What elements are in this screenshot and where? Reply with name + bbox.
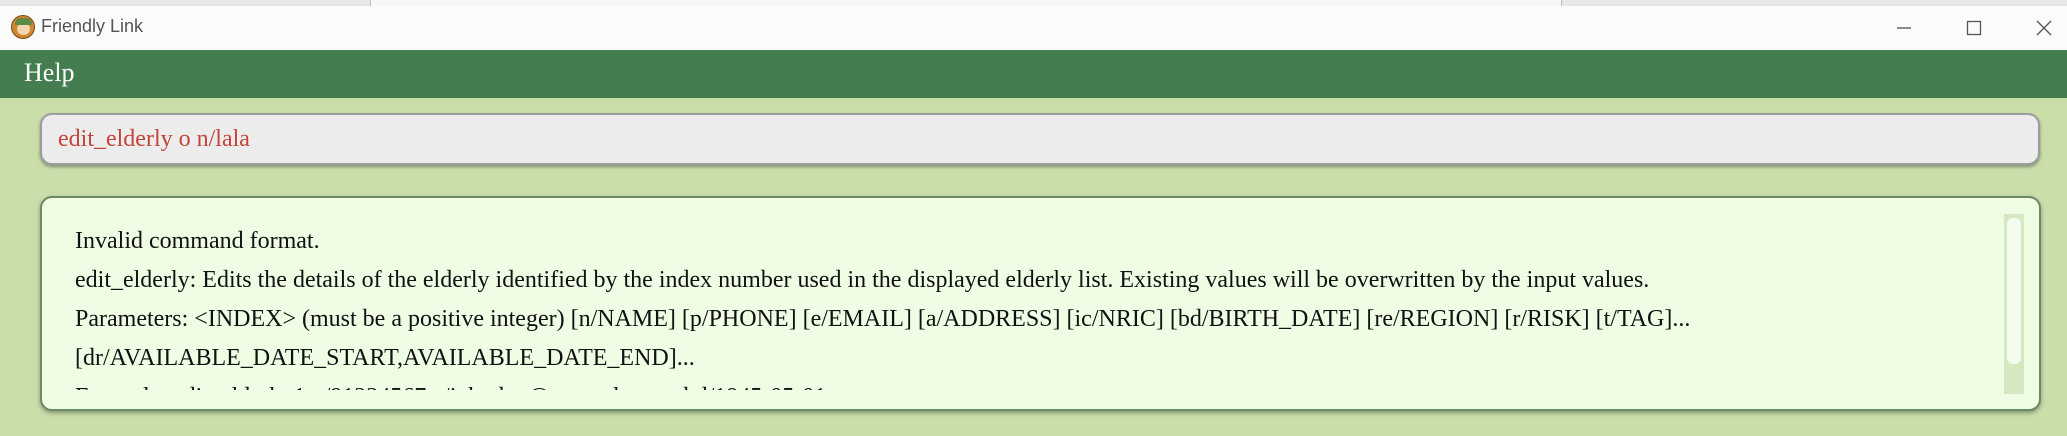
- result-line: Invalid command format.: [75, 228, 320, 254]
- result-line: Parameters: <INDEX> (must be a positive …: [75, 306, 1691, 332]
- scrollbar-thumb[interactable]: [2007, 218, 2021, 364]
- maximize-button[interactable]: [1942, 6, 2006, 50]
- close-icon: [2036, 20, 2052, 36]
- minimize-icon: [1897, 27, 1911, 29]
- result-scrollbar[interactable]: [2004, 214, 2024, 394]
- app-logo-icon: [11, 15, 35, 39]
- menu-item-help[interactable]: Help: [24, 58, 75, 88]
- result-display: Invalid command format. edit_elderly: Ed…: [40, 196, 2041, 411]
- menu-bar: Help: [0, 50, 2067, 98]
- result-line: Example: edit_elderly 1 p/91234567 e/joh…: [75, 378, 1995, 390]
- result-text: Invalid command format. edit_elderly: Ed…: [75, 222, 1995, 390]
- minimize-button[interactable]: [1872, 6, 1936, 50]
- window-title: Friendly Link: [41, 16, 144, 36]
- result-line: [dr/AVAILABLE_DATE_START,AVAILABLE_DATE_…: [75, 345, 695, 371]
- command-box: [40, 113, 2040, 165]
- maximize-icon: [1966, 20, 1982, 36]
- result-line: edit_elderly: Edits the details of the e…: [75, 267, 1650, 293]
- command-input[interactable]: [58, 122, 2018, 156]
- close-button[interactable]: [2012, 6, 2067, 50]
- title-bar: Friendly Link: [0, 6, 2067, 51]
